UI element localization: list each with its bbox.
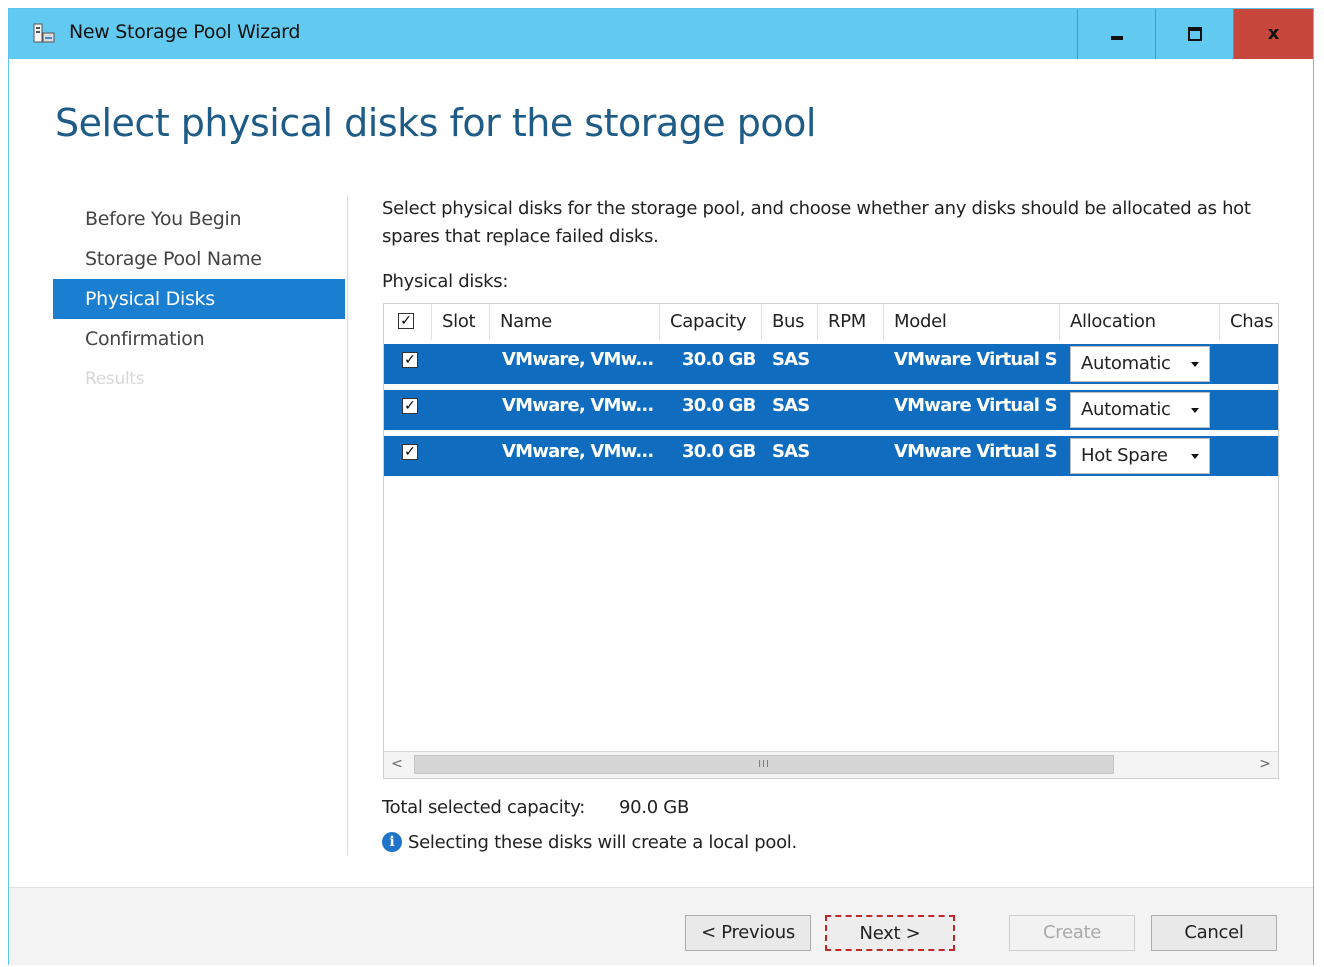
physical-disks-label: Physical disks: — [382, 271, 509, 292]
dropdown-arrow-icon — [1191, 408, 1199, 413]
nav-item-confirmation[interactable]: Confirmation — [53, 319, 345, 359]
minimize-icon — [1110, 36, 1123, 40]
allocation-value: Automatic — [1081, 353, 1171, 374]
close-button[interactable]: x — [1233, 9, 1313, 59]
row-checkbox[interactable]: ✓ — [402, 444, 418, 460]
scroll-left-icon[interactable]: < — [384, 752, 410, 777]
disk-model: VMware Virtual S — [894, 395, 1058, 416]
column-header-allocation[interactable]: Allocation — [1060, 304, 1220, 340]
grid-header: ✓ Slot Name Capacity Bus RPM Model Alloc… — [384, 304, 1278, 340]
allocation-dropdown[interactable]: Hot Spare — [1070, 438, 1210, 474]
disk-name: VMware, VMw... — [502, 349, 654, 370]
allocation-value: Automatic — [1081, 399, 1171, 420]
title-bar[interactable]: New Storage Pool Wizard x — [9, 9, 1313, 59]
total-capacity-value: 90.0 GB — [619, 797, 689, 818]
table-row[interactable]: ✓ VMware, VMw... 30.0 GB SAS VMware Virt… — [384, 390, 1278, 430]
row-checkbox[interactable]: ✓ — [402, 352, 418, 368]
info-icon: i — [382, 832, 402, 852]
dropdown-arrow-icon — [1191, 454, 1199, 459]
next-button[interactable]: Next > — [825, 915, 955, 951]
page-description: Select physical disks for the storage po… — [382, 198, 1251, 247]
column-header-rpm[interactable]: RPM — [818, 304, 884, 340]
disk-capacity: 30.0 GB — [682, 441, 756, 462]
disk-bus: SAS — [772, 441, 810, 462]
wizard-nav: Before You Begin Storage Pool Name Physi… — [53, 199, 345, 399]
select-all-checkbox[interactable]: ✓ — [398, 313, 414, 329]
column-header-capacity[interactable]: Capacity — [660, 304, 762, 340]
window-title: New Storage Pool Wizard — [69, 21, 301, 43]
column-header-name[interactable]: Name — [490, 304, 660, 340]
minimize-button[interactable] — [1077, 9, 1155, 59]
horizontal-scrollbar[interactable]: < III > — [384, 751, 1278, 778]
wizard-footer: < Previous Next > Create Cancel — [9, 887, 1313, 965]
nav-item-storage-pool-name[interactable]: Storage Pool Name — [53, 239, 345, 279]
info-text: Selecting these disks will create a loca… — [408, 831, 797, 853]
physical-disks-grid[interactable]: ✓ Slot Name Capacity Bus RPM Model Alloc… — [383, 303, 1279, 779]
total-capacity-label: Total selected capacity: — [382, 797, 586, 818]
disk-capacity: 30.0 GB — [682, 349, 756, 370]
table-row[interactable]: ✓ VMware, VMw... 30.0 GB SAS VMware Virt… — [384, 344, 1278, 384]
nav-divider — [347, 195, 348, 855]
scrollbar-thumb[interactable]: III — [414, 755, 1114, 774]
nav-item-before-you-begin[interactable]: Before You Begin — [53, 199, 345, 239]
disk-name: VMware, VMw... — [502, 441, 654, 462]
wizard-window: New Storage Pool Wizard x Select physica… — [8, 8, 1314, 965]
column-header-slot[interactable]: Slot — [432, 304, 490, 340]
storage-pool-icon — [33, 23, 55, 43]
page-title: Select physical disks for the storage po… — [55, 101, 816, 145]
column-header-model[interactable]: Model — [884, 304, 1060, 340]
maximize-button[interactable] — [1155, 9, 1233, 59]
select-all-header[interactable]: ✓ — [384, 304, 432, 340]
previous-button[interactable]: < Previous — [685, 915, 811, 951]
allocation-value: Hot Spare — [1081, 445, 1168, 466]
disk-bus: SAS — [772, 349, 810, 370]
allocation-dropdown[interactable]: Automatic — [1070, 346, 1210, 382]
cancel-button[interactable]: Cancel — [1151, 915, 1277, 951]
disk-capacity: 30.0 GB — [682, 395, 756, 416]
dropdown-arrow-icon — [1191, 362, 1199, 367]
disk-bus: SAS — [772, 395, 810, 416]
table-row[interactable]: ✓ VMware, VMw... 30.0 GB SAS VMware Virt… — [384, 436, 1278, 476]
nav-item-physical-disks[interactable]: Physical Disks — [53, 279, 345, 319]
disk-model: VMware Virtual S — [894, 441, 1058, 462]
maximize-icon — [1187, 27, 1202, 41]
info-message: i Selecting these disks will create a lo… — [382, 829, 797, 855]
close-icon: x — [1267, 23, 1280, 44]
disk-name: VMware, VMw... — [502, 395, 654, 416]
nav-item-results: Results — [85, 369, 145, 389]
disk-model: VMware Virtual S — [894, 349, 1058, 370]
column-header-chassis[interactable]: Chas — [1220, 304, 1278, 340]
row-checkbox[interactable]: ✓ — [402, 398, 418, 414]
allocation-dropdown[interactable]: Automatic — [1070, 392, 1210, 428]
scroll-right-icon[interactable]: > — [1252, 752, 1278, 777]
create-button: Create — [1009, 915, 1135, 951]
column-header-bus[interactable]: Bus — [762, 304, 818, 340]
